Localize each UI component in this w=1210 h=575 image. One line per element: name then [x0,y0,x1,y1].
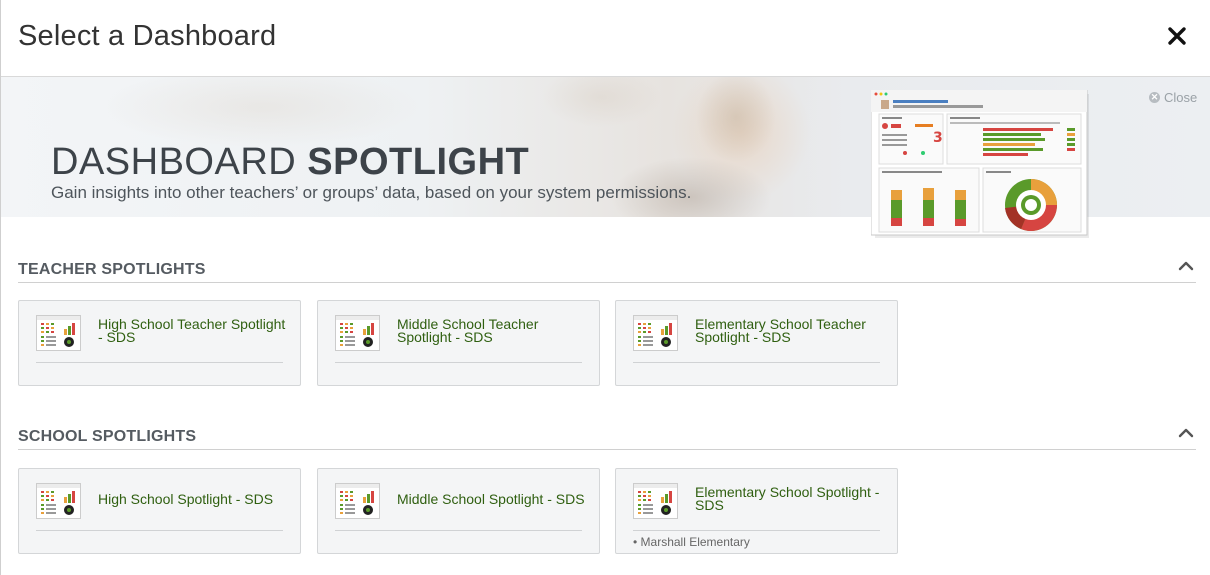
chevron-up-icon[interactable] [1178,426,1194,440]
banner-close-label: Close [1164,90,1198,105]
dashboard-preview-image: 3 [871,90,1089,238]
close-icon[interactable] [1165,24,1189,48]
section-header: SCHOOL SPOTLIGHTS [18,426,1196,450]
dashboard-icon [633,315,678,351]
chevron-up-icon[interactable] [1178,259,1194,273]
dashboard-card[interactable]: Elementary School Teacher Spotlight - SD… [615,300,898,386]
dashboard-icon [633,483,678,519]
banner-title: DASHBOARD SPOTLIGHT [51,141,530,183]
card-divider [335,530,582,531]
section-header: TEACHER SPOTLIGHTS [18,259,1196,283]
dashboard-card[interactable]: Middle School Teacher Spotlight - SDS [317,300,600,386]
dashboard-icon [36,483,81,519]
modal-header: Select a Dashboard [1,0,1210,77]
dashboard-card-label: Elementary School Teacher Spotlight - SD… [695,316,866,345]
dashboard-card-label: Middle School Teacher Spotlight - SDS [397,316,539,345]
card-divider [633,530,880,531]
svg-text:3: 3 [933,130,943,146]
modal-title: Select a Dashboard [18,20,277,52]
dashboard-card[interactable]: High School Teacher Spotlight - SDS [18,300,301,386]
card-school-name: • Marshall Elementary [633,535,750,549]
dashboard-card-label: High School Teacher Spotlight - SDS [98,316,286,345]
dashboard-icon [36,315,81,351]
close-circle-icon: ✕ [1149,92,1160,103]
dashboard-card-label: Elementary School Spotlight - SDS [695,484,880,513]
dashboard-modal: Select a Dashboard DASHBOARD SPOTLIGHT G… [0,0,1210,575]
dashboard-card[interactable]: High School Spotlight - SDS [18,468,301,554]
section-title: SCHOOL SPOTLIGHTS [18,428,197,445]
section-teacher-spotlights: TEACHER SPOTLIGHTS [18,259,1196,283]
card-divider [633,362,880,363]
card-divider [36,530,283,531]
banner-close-button[interactable]: ✕ Close [1149,90,1197,105]
dashboard-icon [335,315,380,351]
dashboard-icon [335,483,380,519]
card-divider [335,362,582,363]
dashboard-card-label: High School Spotlight - SDS [98,491,274,507]
dashboard-card-label: Middle School Spotlight - SDS [397,491,585,507]
section-title: TEACHER SPOTLIGHTS [18,261,206,278]
card-divider [36,362,283,363]
dashboard-card[interactable]: Middle School Spotlight - SDS [317,468,600,554]
dashboard-card[interactable]: Elementary School Spotlight - SDS • Mars… [615,468,898,554]
banner-subtitle: Gain insights into other teachers’ or gr… [51,183,692,202]
section-school-spotlights: SCHOOL SPOTLIGHTS [18,426,1196,450]
